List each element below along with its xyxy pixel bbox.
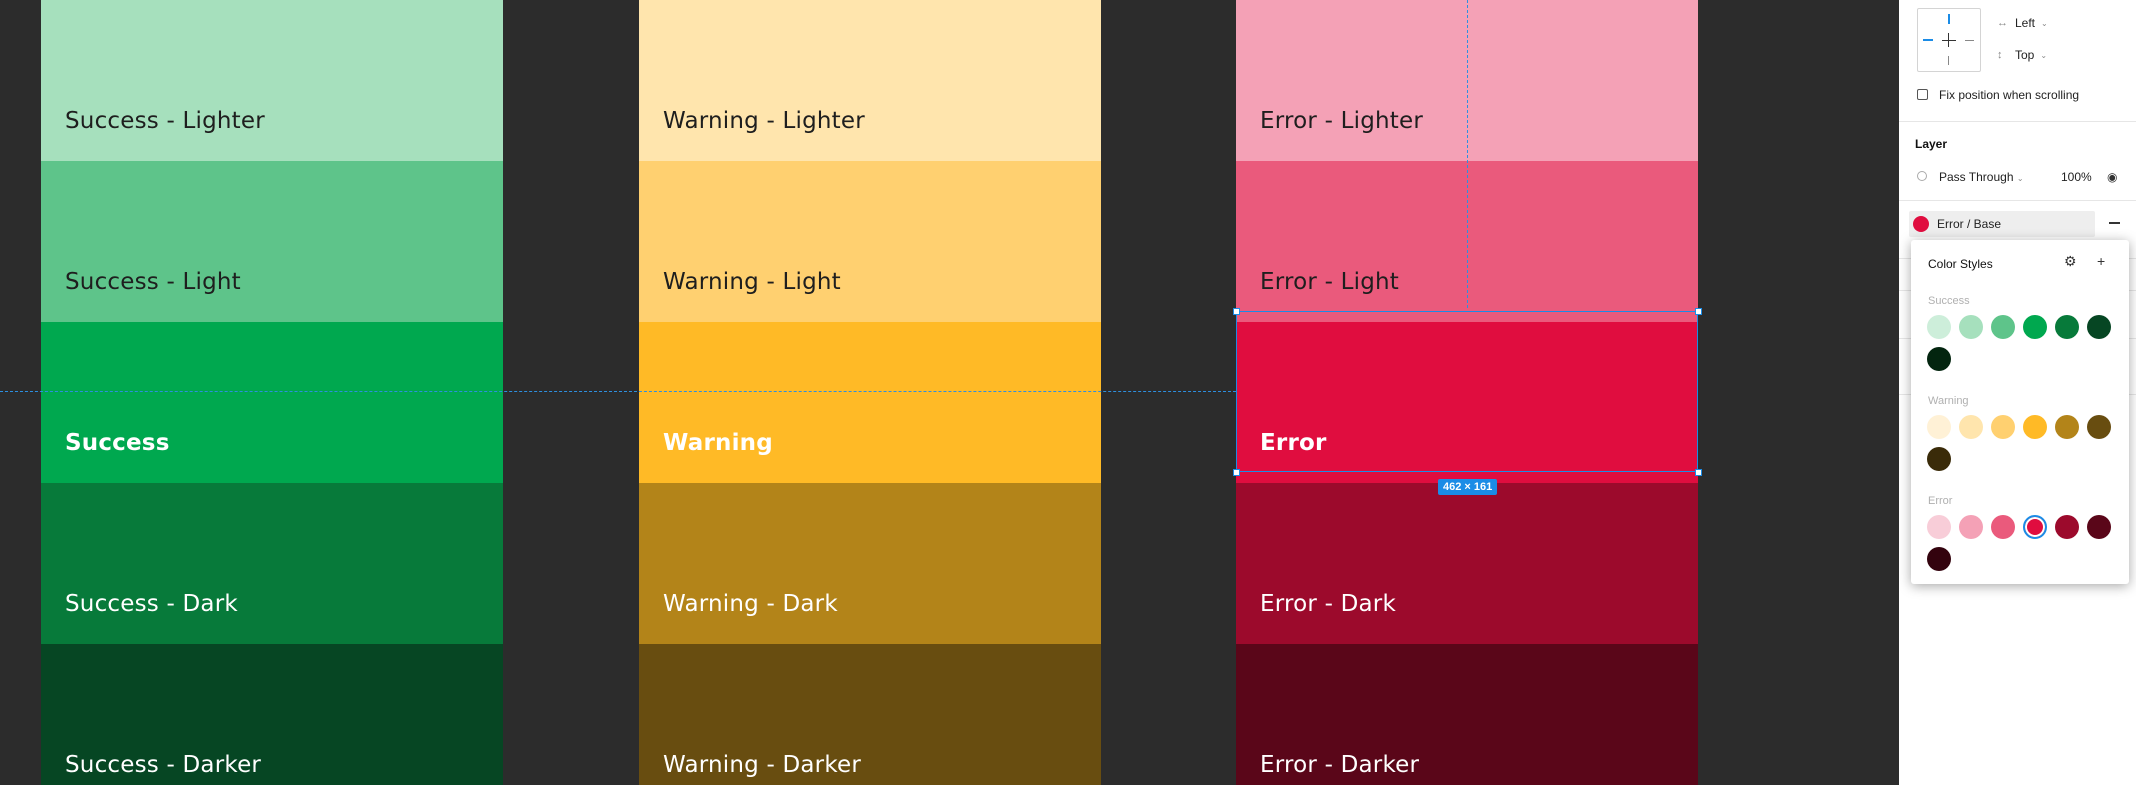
blend-mode-select[interactable]: Pass Through ⌄: [1939, 170, 2024, 184]
selection-size-badge: 462 × 161: [1438, 479, 1498, 495]
swatch-label: Warning - Dark: [663, 591, 838, 617]
color-style-swatch[interactable]: [2087, 415, 2111, 439]
eye-icon[interactable]: ◉: [2107, 170, 2117, 184]
design-canvas[interactable]: Success - Lighter Success - Light Success S…: [0, 0, 1899, 785]
error-swatch[interactable]: Error - Dark: [1236, 483, 1698, 644]
success-swatch[interactable]: Success - Dark: [41, 483, 503, 644]
color-styles-title: Color Styles: [1928, 257, 1993, 271]
swatch-label: Warning - Darker: [663, 752, 862, 778]
swatch-label: Warning - Lighter: [663, 108, 865, 134]
alignment-guide-horizontal: [0, 391, 1236, 392]
resize-handle-bottom-left[interactable]: [1233, 469, 1240, 476]
color-group-label: Success: [1928, 295, 1970, 307]
divider: [1899, 200, 2136, 201]
selection-outline[interactable]: [1236, 311, 1698, 472]
vertical-arrows-icon: ↕: [1997, 49, 2003, 61]
color-style-swatch[interactable]: [2023, 415, 2047, 439]
error-swatch[interactable]: Error - Darker: [1236, 644, 1698, 785]
horizontal-arrows-icon: ↔: [1997, 17, 2008, 29]
warning-swatch[interactable]: Warning - Darker: [639, 644, 1101, 785]
constraints-widget[interactable]: [1917, 8, 1981, 72]
constraint-bottom-line[interactable]: [1948, 56, 1949, 65]
fill-color-swatch[interactable]: [1913, 216, 1929, 232]
remove-fill-icon[interactable]: [2109, 222, 2120, 224]
chevron-down-icon: ⌄: [2040, 50, 2048, 60]
warning-swatch[interactable]: Warning: [639, 322, 1101, 483]
color-style-swatch[interactable]: [1991, 315, 2015, 339]
color-style-swatch[interactable]: [1927, 447, 1951, 471]
color-styles-popup: Color Styles ⚙ + Success Warning Error: [1911, 240, 2129, 584]
constraint-center-v[interactable]: [1948, 33, 1949, 47]
fix-position-checkbox[interactable]: [1917, 89, 1928, 100]
vertical-constraint-select[interactable]: ↕ Top ⌄: [1997, 48, 2047, 62]
fill-style-name: Error / Base: [1937, 217, 2002, 231]
swatch-label: Error - Dark: [1260, 591, 1396, 617]
color-style-swatch[interactable]: [2087, 515, 2111, 539]
chevron-down-icon: ⌄: [2016, 174, 2024, 183]
swatch-label: Success - Dark: [65, 591, 238, 617]
horizontal-constraint-value: Left: [2015, 16, 2036, 30]
color-style-swatch[interactable]: [1927, 415, 1951, 439]
warning-column: Warning - Lighter Warning - Light Warning W…: [639, 0, 1101, 785]
constraint-center-h[interactable]: [1942, 40, 1956, 41]
color-style-swatch[interactable]: [1959, 315, 1983, 339]
warning-swatch[interactable]: Warning - Lighter: [639, 0, 1101, 161]
swatch-label: Error - Lighter: [1260, 108, 1423, 134]
color-style-swatch[interactable]: [2023, 515, 2047, 539]
horizontal-constraint-select[interactable]: ↔ Left ⌄: [1997, 16, 2048, 30]
blend-mode-icon: [1917, 171, 1927, 181]
swatch-label: Error - Light: [1260, 269, 1399, 295]
fix-position-label: Fix position when scrolling: [1939, 88, 2080, 102]
constraint-right-line[interactable]: [1965, 40, 1974, 41]
divider: [1899, 121, 2136, 122]
success-swatch[interactable]: Success - Light: [41, 161, 503, 322]
color-style-swatch[interactable]: [1927, 515, 1951, 539]
success-column: Success - Lighter Success - Light Success S…: [41, 0, 503, 785]
layer-section-title: Layer: [1915, 137, 1948, 151]
success-swatch[interactable]: Success - Darker: [41, 644, 503, 785]
opacity-input[interactable]: 100%: [2061, 170, 2092, 184]
color-style-swatch[interactable]: [1959, 515, 1983, 539]
color-style-swatch[interactable]: [2087, 315, 2111, 339]
color-style-swatch[interactable]: [1927, 547, 1951, 571]
resize-handle-top-right[interactable]: [1695, 308, 1702, 315]
color-style-swatch[interactable]: [1959, 415, 1983, 439]
color-style-swatch[interactable]: [1991, 515, 2015, 539]
swatch-label: Success: [65, 430, 170, 456]
color-style-swatch[interactable]: [2023, 315, 2047, 339]
color-style-swatch[interactable]: [1927, 315, 1951, 339]
color-group-label: Error: [1928, 495, 1953, 507]
success-swatch[interactable]: Success: [41, 322, 503, 483]
swatch-label: Warning - Light: [663, 269, 841, 295]
color-style-swatch[interactable]: [2055, 415, 2079, 439]
swatch-label: Success - Light: [65, 269, 241, 295]
success-swatch[interactable]: Success - Lighter: [41, 0, 503, 161]
resize-handle-top-left[interactable]: [1233, 308, 1240, 315]
warning-swatch[interactable]: Warning - Light: [639, 161, 1101, 322]
resize-handle-bottom-right[interactable]: [1695, 469, 1702, 476]
vertical-constraint-value: Top: [2015, 48, 2035, 62]
style-settings-icon[interactable]: ⚙: [2064, 253, 2077, 270]
color-style-swatch[interactable]: [2055, 515, 2079, 539]
swatch-label: Error - Darker: [1260, 752, 1420, 778]
color-style-swatch[interactable]: [1991, 415, 2015, 439]
color-group-label: Warning: [1928, 395, 1969, 407]
chevron-down-icon: ⌄: [2041, 18, 2048, 28]
alignment-guide-vertical: [1467, 0, 1468, 308]
color-style-swatch[interactable]: [1927, 347, 1951, 371]
add-style-icon[interactable]: +: [2097, 253, 2105, 269]
warning-swatch[interactable]: Warning - Dark: [639, 483, 1101, 644]
swatch-label: Warning: [663, 430, 773, 456]
blend-mode-value: Pass Through: [1939, 170, 2014, 184]
constraint-top-line[interactable]: [1948, 14, 1950, 24]
constraint-left-line[interactable]: [1923, 39, 1933, 41]
fill-style-row[interactable]: Error / Base: [1909, 211, 2095, 237]
color-style-swatch[interactable]: [2055, 315, 2079, 339]
swatch-label: Success - Lighter: [65, 108, 265, 134]
swatch-label: Success - Darker: [65, 752, 262, 778]
